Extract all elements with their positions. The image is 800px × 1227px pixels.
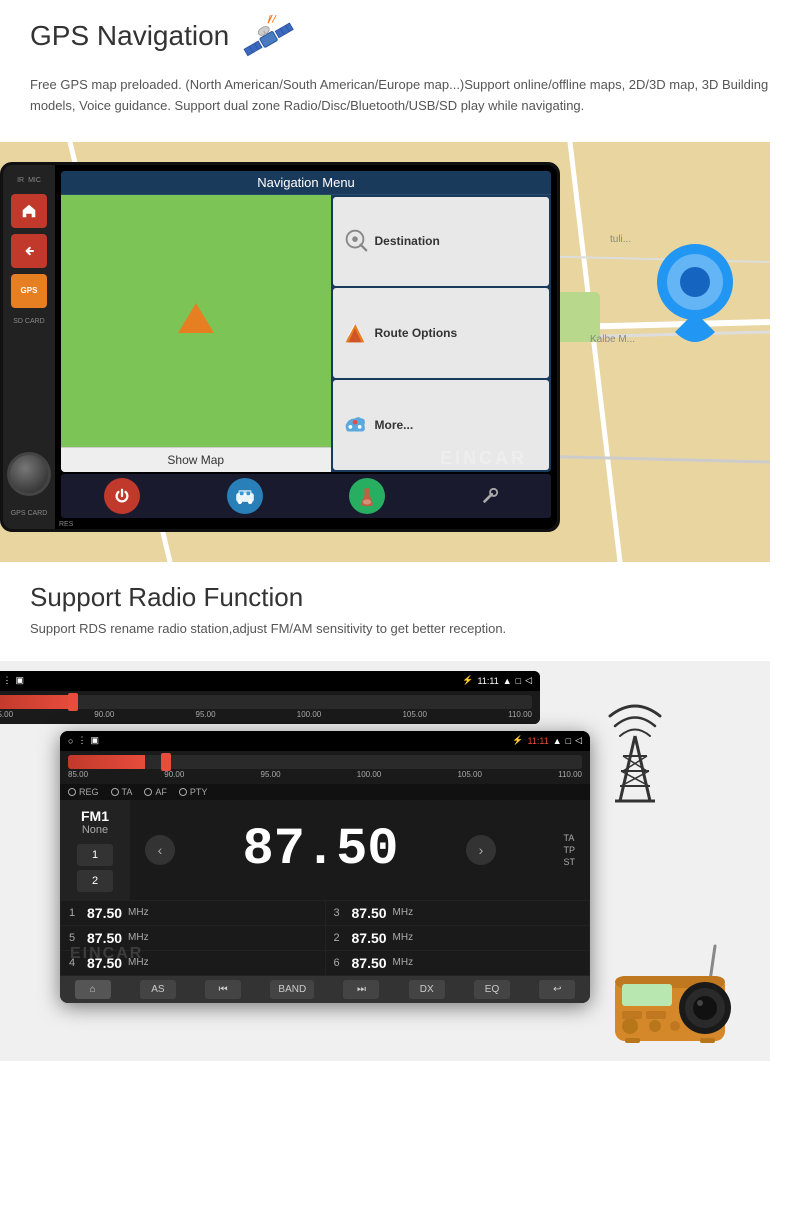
fm-panel: FM1 None 1 2 ‹ 87.50 › TA TP ST (60, 800, 590, 900)
fm-side: FM1 None 1 2 (60, 800, 130, 900)
sd-label: SD CARD (13, 318, 45, 325)
back-nav-button[interactable]: ↩ (539, 980, 575, 999)
gps-description: Free GPS map preloaded. (North American/… (30, 75, 770, 117)
gps-header: GPS Navigation (30, 20, 770, 65)
freq-next-button[interactable]: › (466, 835, 496, 865)
home-nav-button[interactable]: ⌂ (75, 980, 111, 999)
prev-button[interactable]: ⏮ (205, 980, 241, 999)
preset-row-4[interactable]: 4 87.50 MHz (61, 951, 325, 975)
flask-button[interactable] (349, 478, 385, 514)
preset-row-1[interactable]: 1 87.50 MHz (61, 901, 325, 925)
nav-title-bar: Navigation Menu (61, 171, 551, 195)
bottom-labels: RES (55, 520, 557, 529)
volume-knob[interactable] (7, 452, 51, 496)
ta-label: TA (563, 833, 575, 843)
gps-btn-label: GPS (21, 286, 38, 295)
status-bar-front: ○ ⋮ ▣ ⚡ 11:11 ▲ □ ◁ (60, 731, 590, 751)
af-option[interactable]: AF (144, 787, 167, 797)
status-bar-back: ○ ⋮ ▣ ⚡ 11:11 ▲ □ ◁ (0, 671, 540, 691)
top-bar (55, 165, 557, 171)
gps-button[interactable]: GPS (11, 274, 47, 308)
frequency-number: 87.50 (242, 820, 398, 879)
svg-text:Kalbe M...: Kalbe M... (590, 334, 635, 345)
route-options-button[interactable]: Route Options (333, 288, 550, 378)
fm-sub: None (82, 824, 108, 836)
gps-title: GPS Navigation (30, 20, 229, 52)
preset-row-5[interactable]: 5 87.50 MHz (61, 926, 325, 950)
show-map-button[interactable]: Show Map (61, 447, 331, 472)
car-unit: IR MIC GPS SD CARD GPS CARD (0, 162, 560, 532)
nav-buttons: Destination Route Options (331, 195, 552, 472)
fm-label: FM1 (81, 808, 109, 824)
location-pin (650, 242, 740, 352)
svg-text:tuli...: tuli... (610, 234, 631, 245)
next-button[interactable]: ⏭ (343, 980, 379, 999)
car-button[interactable] (227, 478, 263, 514)
reg-option[interactable]: REG (68, 787, 99, 797)
home-button[interactable] (11, 194, 47, 228)
ta-option[interactable]: TA (111, 787, 133, 797)
mic-label: MIC (28, 177, 41, 184)
navigation-arrow (178, 303, 214, 333)
gps-section: GPS Navigation (0, 0, 800, 142)
antenna-tower-wrapper (595, 691, 685, 811)
car-unit-wrapper: Kheri Tungan Sajuna Nagra Kalbe M... tul… (0, 142, 770, 562)
res-label: RES (59, 521, 73, 528)
tools-button[interactable] (472, 478, 508, 514)
preset-grid: 1 87.50 MHz 3 87.50 MHz 5 87.50 MHz 2 87… (60, 900, 590, 976)
preset-row-3[interactable]: 3 87.50 MHz (326, 901, 590, 925)
fm-preset-buttons: 1 2 (77, 844, 113, 892)
pty-option[interactable]: PTY (179, 787, 208, 797)
radio-screen-back: ○ ⋮ ▣ ⚡ 11:11 ▲ □ ◁ 85.00 90.00 95.00 (0, 671, 540, 724)
antenna-tower-icon (595, 691, 675, 811)
radio-title: Support Radio Function (30, 582, 770, 613)
preset-1-button[interactable]: 1 (77, 844, 113, 866)
screen-area: Navigation Menu Show Map (55, 165, 557, 529)
nav-content: Show Map Destination (61, 195, 551, 472)
more-label: More... (375, 418, 414, 432)
nav-screen: Navigation Menu Show Map (61, 171, 551, 472)
bottom-nav: ⌂ AS ⏮ BAND ⏭ DX EQ ↩ (60, 976, 590, 1003)
preset-row-6[interactable]: 6 87.50 MHz (326, 951, 590, 975)
preset-2-button[interactable]: 2 (77, 870, 113, 892)
side-panel: IR MIC GPS SD CARD GPS CARD (3, 165, 55, 529)
eincar-watermark: EINCAR (440, 448, 527, 469)
radio-device-icon (610, 936, 740, 1046)
bottom-toolbar (61, 474, 551, 518)
eq-button[interactable]: EQ (474, 980, 510, 999)
freq-slider-back: 85.00 90.00 95.00 100.00 105.00 110.00 (0, 691, 540, 724)
freq-slider-front[interactable]: 85.00 90.00 95.00 100.00 105.00 110.00 (60, 751, 590, 784)
map-display: Show Map (61, 195, 331, 472)
preset-row-2[interactable]: 2 87.50 MHz (326, 926, 590, 950)
as-button[interactable]: AS (140, 980, 176, 999)
radio-unit-wrapper: ○ ⋮ ▣ ⚡ 11:11 ▲ □ ◁ 85.00 90.00 95.00 (0, 661, 770, 1061)
st-label: ST (563, 857, 575, 867)
tp-label: TP (563, 845, 575, 855)
radio-description: Support RDS rename radio station,adjust … (30, 621, 770, 636)
band-button[interactable]: BAND (270, 980, 314, 999)
ir-label: IR (17, 177, 24, 184)
destination-label: Destination (375, 234, 440, 248)
destination-button[interactable]: Destination (333, 197, 550, 287)
back-button[interactable] (11, 234, 47, 268)
dx-button[interactable]: DX (409, 980, 445, 999)
route-options-label: Route Options (375, 326, 458, 340)
radio-device-wrapper (610, 936, 740, 1046)
ta-panel: TA TP ST (563, 833, 575, 867)
satellite-icon (239, 15, 299, 65)
frequency-display: ‹ 87.50 › TA TP ST (130, 800, 590, 900)
reg-options: REG TA AF PTY (60, 784, 590, 800)
gps-slot-label: GPS CARD (11, 510, 48, 517)
time-front: 11:11 (528, 736, 549, 746)
power-button[interactable] (104, 478, 140, 514)
radio-section: Support Radio Function Support RDS renam… (0, 562, 800, 661)
radio-screen-front: ○ ⋮ ▣ ⚡ 11:11 ▲ □ ◁ 85.00 90.00 95.00 (60, 731, 590, 1003)
time-back: 11:11 (478, 676, 499, 686)
freq-prev-button[interactable]: ‹ (145, 835, 175, 865)
